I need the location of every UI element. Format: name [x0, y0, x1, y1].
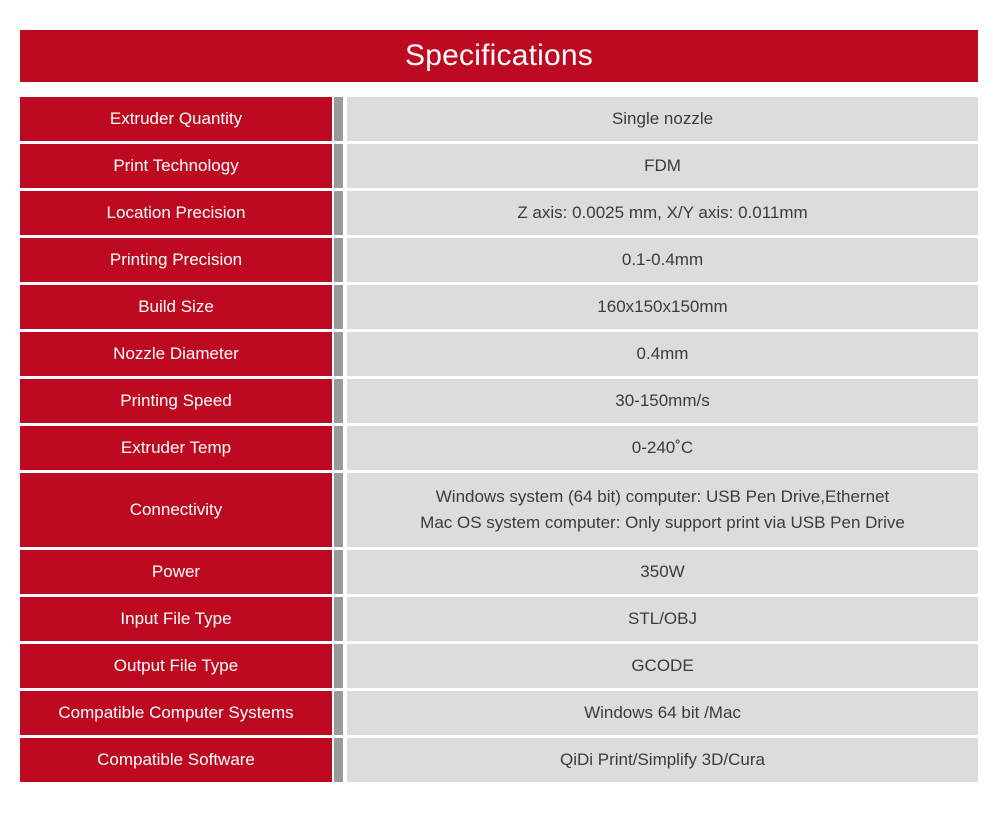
column-divider [334, 379, 343, 423]
spec-value-cell: Windows 64 bit /Mac [347, 691, 978, 735]
table-row: Location Precision Z axis: 0.0025 mm, X/Y… [20, 191, 978, 235]
spec-label-cell: Print Technology [20, 144, 332, 188]
spec-value-line: STL/OBJ [628, 608, 697, 628]
table-row: Extruder Temp 0-240˚C [20, 426, 978, 470]
spec-value-line: FDM [644, 155, 681, 175]
spec-value-cell: Windows system (64 bit) computer: USB Pe… [347, 473, 978, 547]
column-divider [334, 144, 343, 188]
spec-value-line: Windows system (64 bit) computer: USB Pe… [435, 486, 890, 506]
spec-value-cell: STL/OBJ [347, 597, 978, 641]
column-divider [334, 644, 343, 688]
column-divider [334, 691, 343, 735]
specifications-title-banner: Specifications [20, 30, 978, 82]
spec-value-line: Windows 64 bit /Mac [584, 702, 741, 722]
spec-value-line: 160x150x150mm [597, 296, 728, 316]
spec-label-cell: Compatible Software [20, 738, 332, 782]
spec-value-line: GCODE [631, 655, 694, 675]
spec-value-cell: 160x150x150mm [347, 285, 978, 329]
page-title: Specifications [405, 39, 593, 72]
spec-label-cell: Build Size [20, 285, 332, 329]
column-divider [334, 285, 343, 329]
column-divider [334, 332, 343, 376]
spec-value-cell: FDM [347, 144, 978, 188]
table-row: Printing Precision 0.1-0.4mm [20, 238, 978, 282]
spec-value-line: QiDi Print/Simplify 3D/Cura [560, 749, 765, 769]
spec-label-cell: Compatible Computer Systems [20, 691, 332, 735]
spec-value-cell: QiDi Print/Simplify 3D/Cura [347, 738, 978, 782]
table-row: Build Size 160x150x150mm [20, 285, 978, 329]
spec-value-line: Z axis: 0.0025 mm, X/Y axis: 0.011mm [517, 202, 808, 222]
specifications-sheet: Specifications Extruder Quantity Single n… [0, 0, 1000, 819]
spec-label-cell: Power [20, 550, 332, 594]
spec-value-line: Single nozzle [611, 108, 714, 128]
table-row: Input File Type STL/OBJ [20, 597, 978, 641]
table-row: Compatible Software QiDi Print/Simplify 3… [20, 738, 978, 782]
column-divider [334, 473, 343, 547]
spec-label-cell: Extruder Quantity [20, 97, 332, 141]
spec-value-line: 350W [640, 561, 685, 581]
specifications-table: Extruder Quantity Single nozzle Print Tech… [20, 97, 978, 785]
spec-label-cell: Nozzle Diameter [20, 332, 332, 376]
column-divider [334, 97, 343, 141]
table-row: Compatible Computer Systems Windows 64 bi… [20, 691, 978, 735]
table-row: Extruder Quantity Single nozzle [20, 97, 978, 141]
spec-label-cell: Extruder Temp [20, 426, 332, 470]
column-divider [334, 550, 343, 594]
column-divider [334, 426, 343, 470]
spec-value-line: Mac OS system computer: Only support pri… [420, 513, 905, 532]
table-row: Nozzle Diameter 0.4mm [20, 332, 978, 376]
spec-value-line: 0-240˚C [631, 437, 694, 457]
table-row: Connectivity Windows system (64 bit) comp… [20, 473, 978, 547]
spec-value-cell: Single nozzle [347, 97, 978, 141]
table-row: Printing Speed 30-150mm/s [20, 379, 978, 423]
spec-value-cell: 350W [347, 550, 978, 594]
spec-label-cell: Input File Type [20, 597, 332, 641]
spec-label-cell: Connectivity [20, 473, 332, 547]
spec-label-cell: Printing Speed [20, 379, 332, 423]
column-divider [334, 238, 343, 282]
spec-value-cell: 0-240˚C [347, 426, 978, 470]
spec-value-cell: 0.1-0.4mm [347, 238, 978, 282]
spec-value-cell: 30-150mm/s [347, 379, 978, 423]
spec-label-cell: Printing Precision [20, 238, 332, 282]
spec-value-cell: 0.4mm [347, 332, 978, 376]
column-divider [334, 738, 343, 782]
spec-value-cell: Z axis: 0.0025 mm, X/Y axis: 0.011mm [347, 191, 978, 235]
spec-value-cell: GCODE [347, 644, 978, 688]
column-divider [334, 191, 343, 235]
spec-value-line: 0.4mm [636, 343, 689, 363]
spec-value-line: 30-150mm/s [615, 390, 710, 410]
table-row: Power 350W [20, 550, 978, 594]
table-row: Output File Type GCODE [20, 644, 978, 688]
spec-label-cell: Location Precision [20, 191, 332, 235]
spec-label-cell: Output File Type [20, 644, 332, 688]
spec-value-line: 0.1-0.4mm [621, 249, 704, 269]
table-row: Print Technology FDM [20, 144, 978, 188]
column-divider [334, 597, 343, 641]
